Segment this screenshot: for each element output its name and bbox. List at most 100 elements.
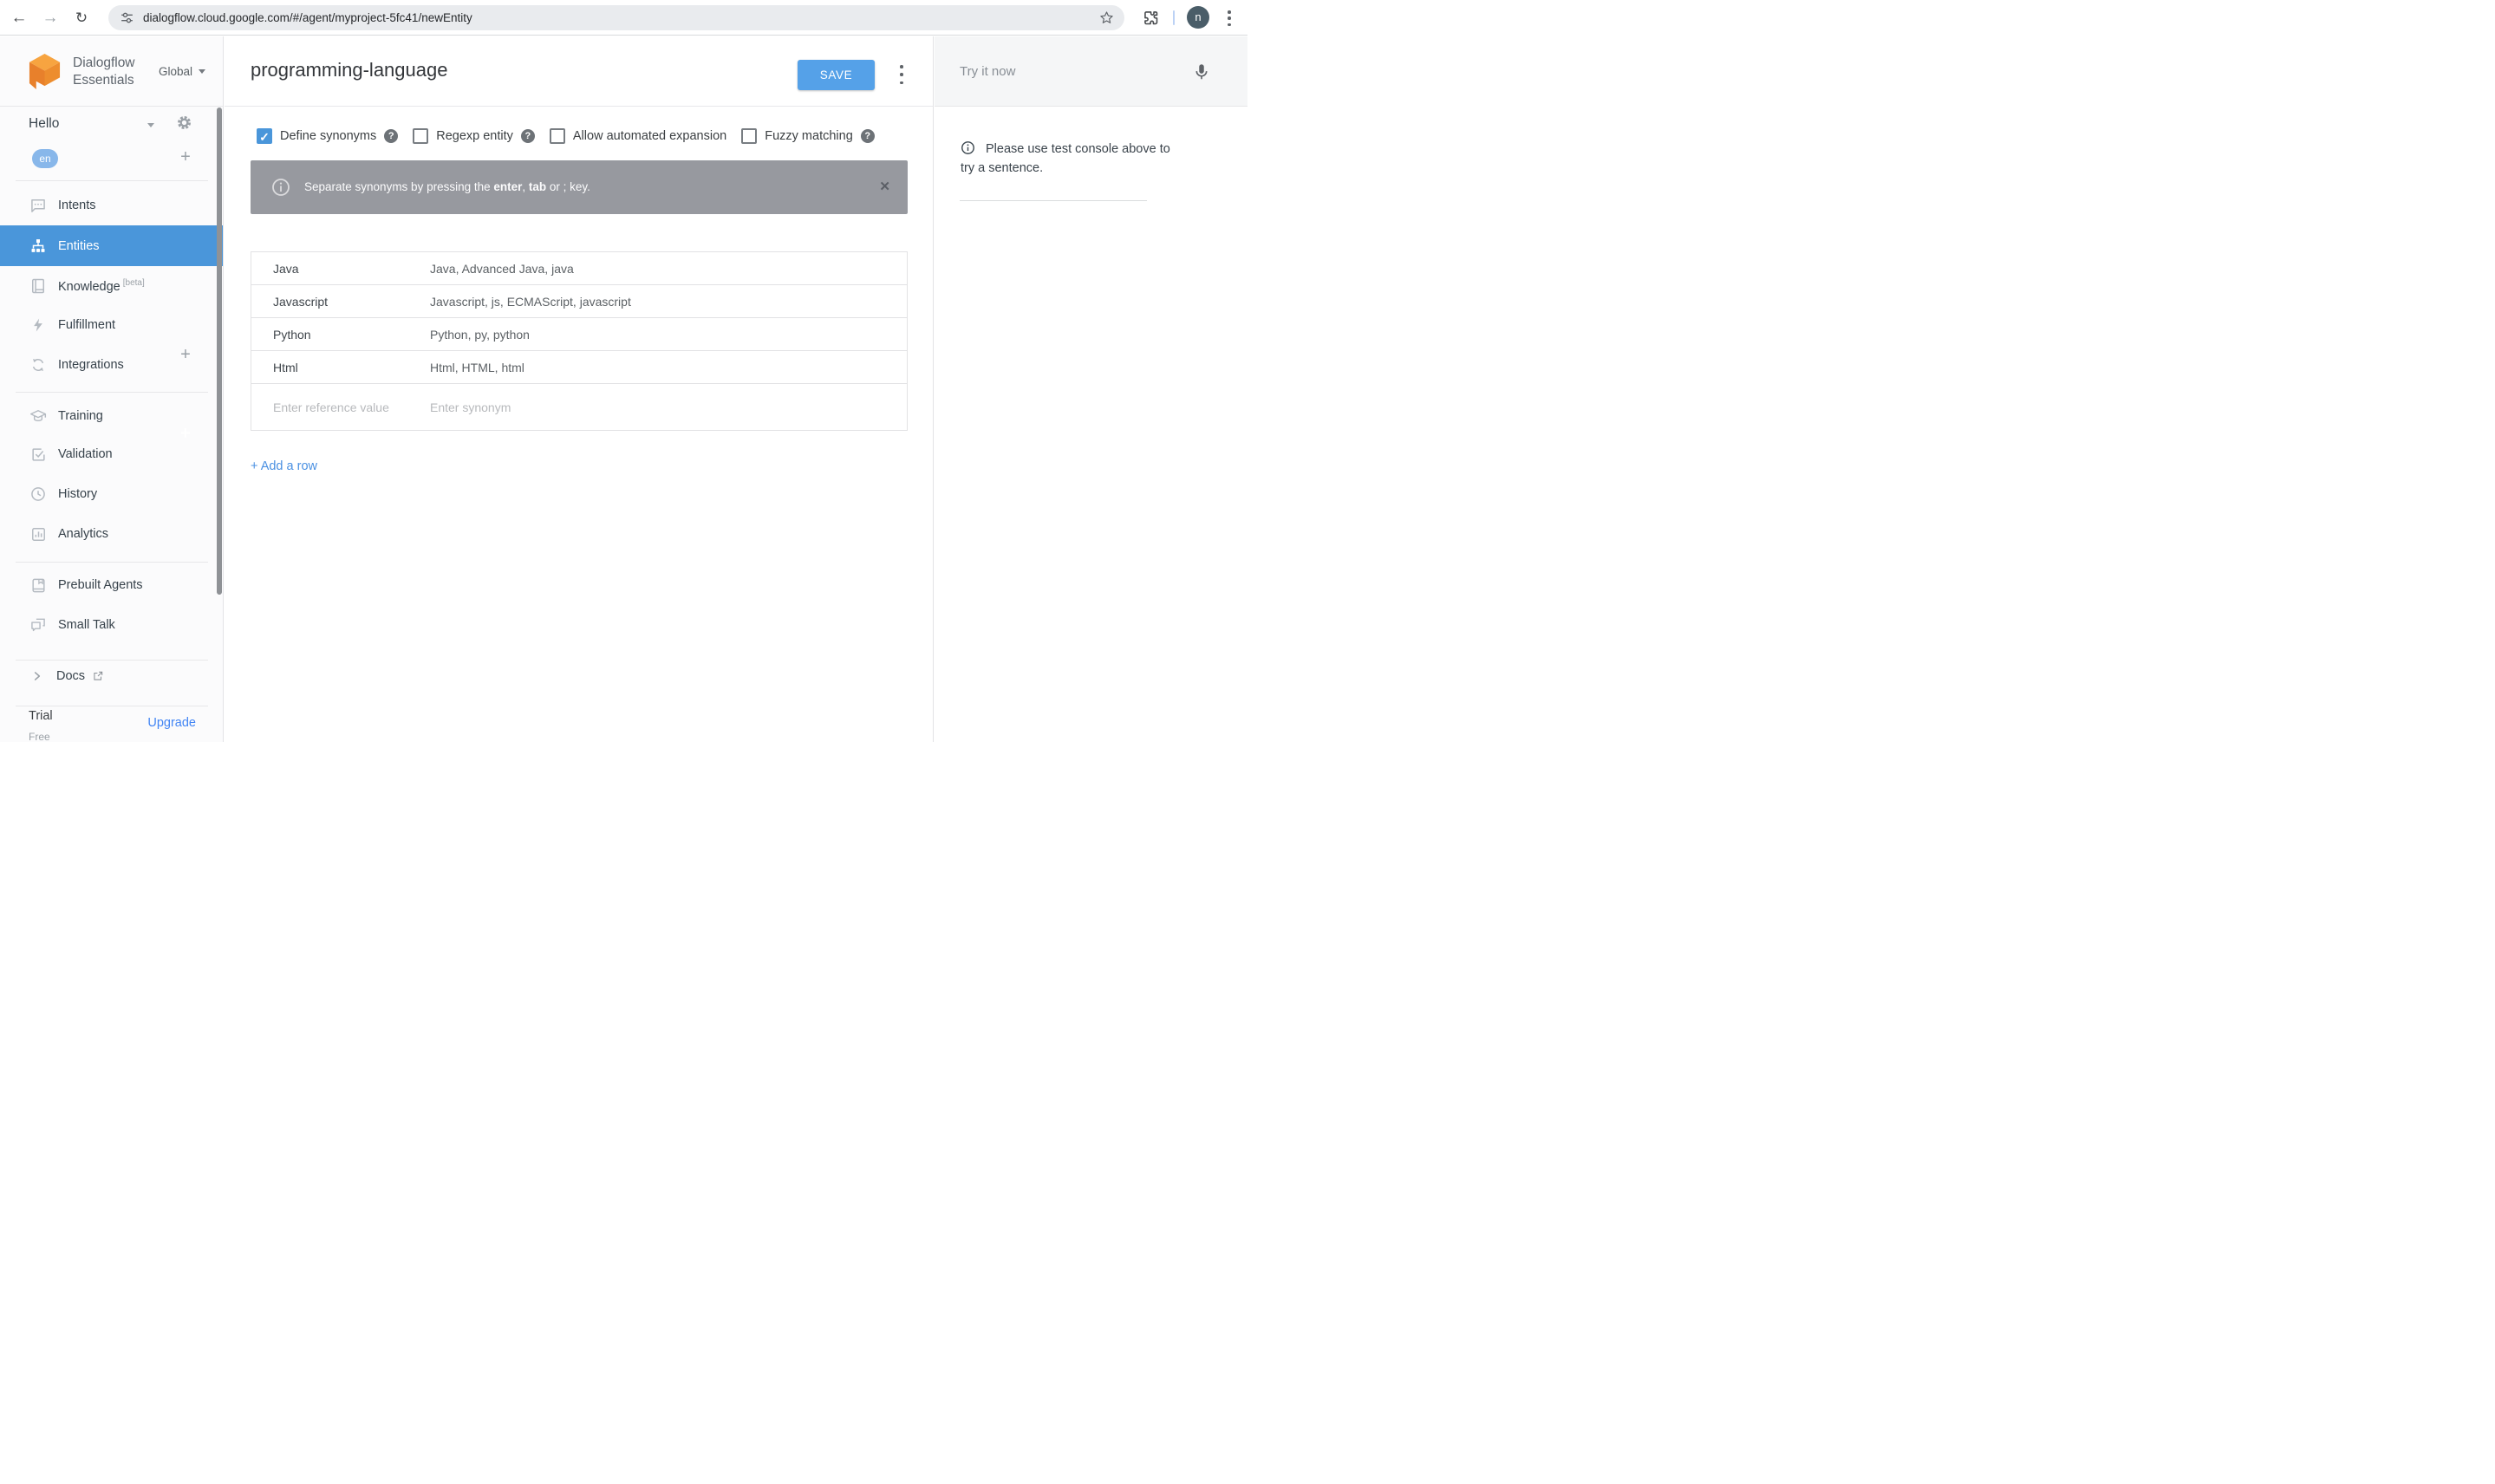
entity-table: Java Java, Advanced Java, java Javascrip… [251, 251, 908, 431]
agent-chevron-down-icon[interactable] [147, 123, 154, 127]
checkbox-label: Fuzzy matching [765, 129, 853, 143]
url-text[interactable]: dialogflow.cloud.google.com/#/agent/mypr… [143, 5, 472, 30]
browser-forward-icon[interactable]: → [36, 0, 64, 36]
sidebar-item-label: Entities [58, 238, 100, 253]
entity-menu-icon[interactable] [896, 63, 908, 86]
chevron-down-icon [199, 69, 205, 74]
sidebar-item-label: Validation [58, 447, 113, 461]
sidebar-item-entities[interactable]: Entities + [0, 225, 223, 443]
fulfillment-icon [29, 316, 47, 334]
main-content: programming-language SAVE ✓ Define synon… [225, 36, 934, 742]
table-row[interactable]: Html Html, HTML, html [251, 351, 907, 384]
test-console-message-text: Please use test console above to try a s… [961, 142, 1170, 175]
entities-icon [29, 238, 47, 255]
sidebar-item-training[interactable]: Training [0, 396, 223, 436]
browser-toolbar: ← → ↻ dialogflow.cloud.google.com/#/agen… [0, 0, 1248, 36]
sidebar-item-intents[interactable]: Intents + [0, 186, 223, 364]
regexp-entity-checkbox[interactable] [413, 128, 429, 144]
sidebar-item-label: Fulfillment [58, 318, 116, 332]
sidebar-item-docs[interactable]: Docs [0, 656, 223, 696]
reference-value[interactable]: Javascript [251, 295, 430, 309]
sidebar-item-validation[interactable]: Validation [0, 434, 223, 474]
synonyms-value[interactable]: Java, Advanced Java, java [430, 262, 574, 276]
intents-icon [29, 197, 47, 214]
info-icon [270, 177, 291, 198]
address-bar[interactable]: dialogflow.cloud.google.com/#/agent/mypr… [108, 5, 1124, 30]
table-row[interactable]: Java Java, Advanced Java, java [251, 252, 907, 285]
browser-back-icon[interactable]: ← [5, 0, 33, 36]
add-row-link[interactable]: + Add a row [251, 459, 317, 473]
add-language-icon[interactable]: + [176, 147, 195, 167]
sidebar-item-small-talk[interactable]: Small Talk [0, 605, 223, 645]
info-icon [961, 140, 975, 155]
entity-header: programming-language SAVE [225, 36, 933, 107]
sidebar-item-label: Integrations [58, 358, 124, 372]
plan-sub: Free [29, 731, 50, 743]
define-synonyms-checkbox[interactable]: ✓ [257, 128, 272, 144]
sidebar: Dialogflow Essentials Global Hello en + … [0, 36, 224, 743]
dialogflow-logo-icon [28, 53, 62, 90]
extensions-icon[interactable] [1142, 9, 1160, 27]
sidebar-item-label: History [58, 487, 98, 501]
sidebar-item-integrations[interactable]: Integrations [0, 345, 223, 385]
sidebar-scrollbar[interactable] [217, 107, 222, 595]
sidebar-item-label: Analytics [58, 527, 109, 541]
sidebar-item-prebuilt-agents[interactable]: Prebuilt Agents [0, 565, 223, 605]
sidebar-item-label: Small Talk [58, 618, 115, 632]
reference-value-input[interactable] [273, 400, 430, 414]
hint-text: Separate synonyms by pressing the enter,… [304, 180, 590, 193]
help-icon[interactable]: ? [860, 129, 875, 143]
profile-avatar[interactable]: n [1187, 6, 1209, 29]
table-row[interactable]: Python Python, py, python [251, 318, 907, 351]
small-talk-icon [29, 616, 47, 634]
history-icon [29, 485, 47, 503]
agent-name[interactable]: Hello [29, 116, 59, 132]
browser-menu-icon[interactable] [1221, 10, 1237, 27]
sidebar-item-label: Training [58, 409, 103, 423]
sidebar-item-label: Intents [58, 199, 96, 212]
reference-value[interactable]: Python [251, 328, 430, 342]
help-icon[interactable]: ? [520, 129, 535, 143]
browser-reload-icon[interactable]: ↻ [68, 0, 95, 36]
reference-value[interactable]: Html [251, 361, 430, 374]
prebuilt-agents-icon [29, 577, 47, 594]
bookmark-star-icon[interactable] [1098, 10, 1115, 26]
knowledge-icon [29, 277, 47, 295]
training-icon [29, 407, 47, 425]
brand-band: Dialogflow Essentials Global [0, 36, 223, 107]
site-settings-icon[interactable] [119, 10, 135, 26]
save-button[interactable]: SAVE [798, 60, 875, 90]
close-icon[interactable]: ✕ [879, 160, 890, 214]
synonyms-value[interactable]: Python, py, python [430, 328, 530, 342]
brand-name: Dialogflow Essentials [73, 55, 135, 88]
microphone-icon[interactable] [1192, 62, 1211, 82]
fuzzy-matching-checkbox[interactable] [741, 128, 758, 144]
table-row[interactable]: Javascript Javascript, js, ECMAScript, j… [251, 285, 907, 318]
help-icon[interactable]: ? [384, 129, 399, 143]
sidebar-item-fulfillment[interactable]: Fulfillment [0, 305, 223, 345]
test-console-panel: Try it now Please use test console above… [935, 36, 1248, 742]
divider [16, 562, 208, 563]
synonym-input[interactable] [430, 400, 846, 414]
allow-automated-expansion-checkbox[interactable] [549, 128, 565, 144]
beta-tag: [beta] [122, 278, 145, 289]
checkbox-label: Define synonyms [280, 129, 377, 143]
entity-options: ✓ Define synonyms ? Regexp entity ? Allo… [257, 128, 875, 144]
checkbox-label: Regexp entity [436, 129, 513, 143]
page-title[interactable]: programming-language [251, 59, 447, 81]
sidebar-item-analytics[interactable]: Analytics [0, 514, 223, 554]
sidebar-item-history[interactable]: History [0, 474, 223, 514]
synonyms-value[interactable]: Html, HTML, html [430, 361, 524, 374]
divider [16, 180, 208, 181]
upgrade-link[interactable]: Upgrade [130, 716, 196, 730]
language-badge[interactable]: en [32, 149, 58, 168]
test-console-input[interactable]: Try it now [935, 36, 1248, 107]
reference-value[interactable]: Java [251, 262, 430, 276]
sidebar-item-label: Prebuilt Agents [58, 578, 143, 592]
agent-settings-gear-icon[interactable] [175, 114, 193, 132]
region-selector[interactable]: Global [159, 36, 205, 107]
sidebar-item-knowledge[interactable]: Knowledge [beta] [0, 266, 223, 306]
synonyms-value[interactable]: Javascript, js, ECMAScript, javascript [430, 295, 631, 309]
validation-icon [29, 446, 47, 463]
divider [960, 200, 1147, 201]
